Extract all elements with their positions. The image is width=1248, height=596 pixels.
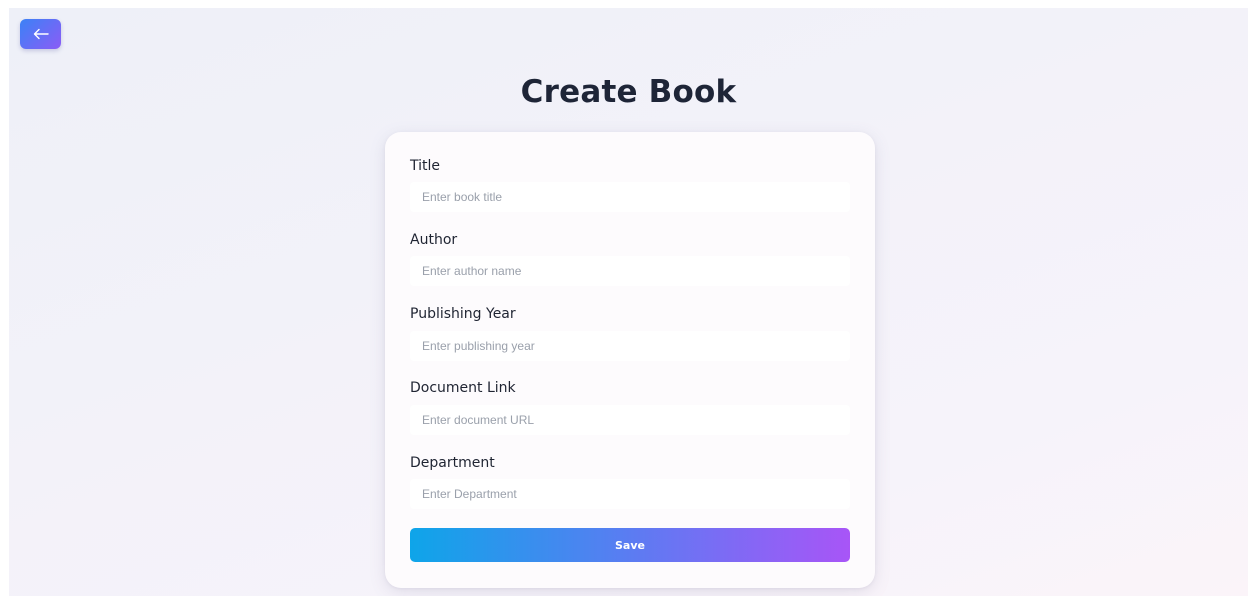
- back-button[interactable]: [20, 19, 61, 49]
- page-background: Create Book Title Author Publishing Year…: [9, 8, 1248, 596]
- publishing-year-label: Publishing Year: [410, 306, 516, 322]
- publishing-year-input[interactable]: [410, 331, 850, 361]
- document-link-label: Document Link: [410, 380, 516, 396]
- department-input[interactable]: [410, 479, 850, 509]
- create-book-form: Title Author Publishing Year Document Li…: [385, 132, 875, 588]
- title-label: Title: [410, 158, 441, 174]
- author-input[interactable]: [410, 256, 850, 286]
- page-title: Create Book: [520, 74, 737, 110]
- document-link-input[interactable]: [410, 405, 850, 435]
- save-button[interactable]: Save: [410, 528, 850, 562]
- arrow-left-icon: [33, 28, 49, 40]
- department-label: Department: [410, 455, 495, 471]
- title-input[interactable]: [410, 182, 850, 212]
- author-label: Author: [410, 232, 458, 248]
